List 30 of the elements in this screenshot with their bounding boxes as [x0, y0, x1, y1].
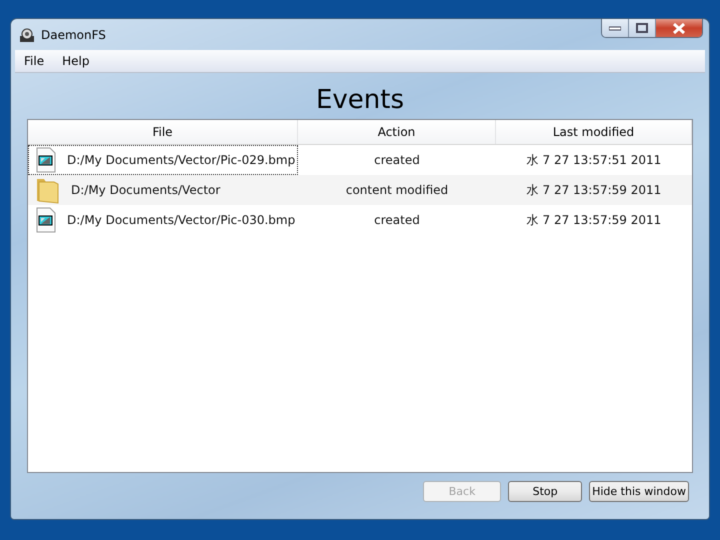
menu-item[interactable]: File [15, 54, 54, 68]
action-text: content modified [346, 183, 448, 197]
modified-time: 水 7 27 13:57:59 2011 [526, 212, 662, 228]
window-title: DaemonFS [41, 28, 106, 42]
column-header[interactable]: Last modified [496, 120, 692, 144]
action-text: created [374, 213, 420, 227]
close-button[interactable] [655, 19, 702, 37]
image-file-icon [35, 207, 57, 233]
action-button[interactable]: Stop [508, 481, 582, 502]
folder-icon [35, 176, 61, 204]
action-text: created [374, 153, 420, 167]
file-path: D:/My Documents/Vector/Pic-029.bmp [67, 153, 296, 167]
maximize-icon [636, 23, 648, 33]
minimize-icon [609, 25, 621, 31]
table-row[interactable]: D:/My Documents/Vector/Pic-030.bmp created 水 7 27 13:57:59 2011 [28, 205, 692, 235]
menu-item[interactable]: Help [53, 54, 98, 68]
column-header[interactable]: Action [298, 120, 496, 144]
column-header[interactable]: File [28, 120, 298, 144]
file-path: D:/My Documents/Vector/Pic-030.bmp [67, 213, 296, 227]
app-icon [19, 26, 35, 42]
modified-time: 水 7 27 13:57:59 2011 [526, 182, 662, 198]
modified-time: 水 7 27 13:57:51 2011 [526, 152, 662, 168]
close-icon [672, 22, 686, 34]
image-file-icon [35, 147, 57, 173]
heading: Events [314, 85, 406, 115]
file-path: D:/My Documents/Vector [71, 183, 220, 197]
minimize-button[interactable] [602, 19, 628, 37]
maximize-button[interactable] [628, 19, 655, 37]
action-button[interactable]: Hide this window [589, 481, 689, 502]
table-row[interactable]: D:/My Documents/Vector content modified 水 7 27 13:57:59 2011 [28, 175, 692, 205]
